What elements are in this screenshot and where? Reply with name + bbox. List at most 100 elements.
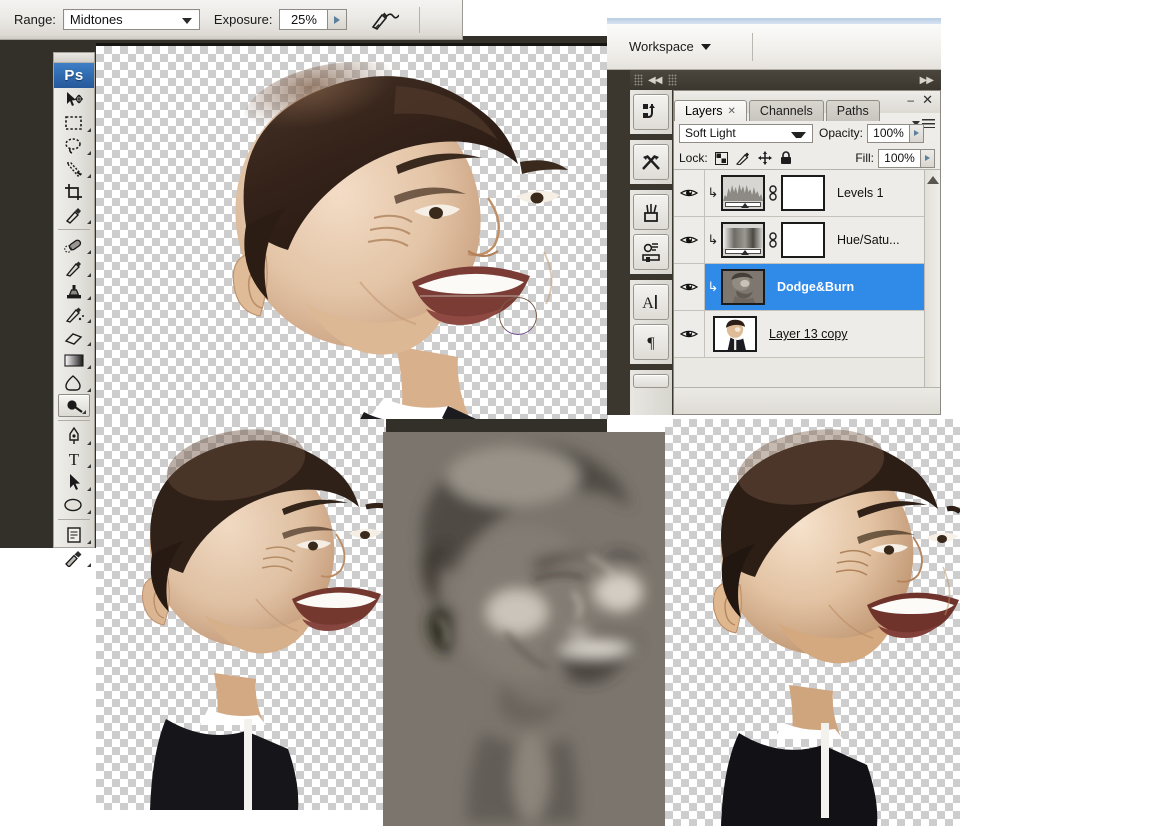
adjustments-panel-icon-button[interactable] [633, 234, 669, 270]
dock-grip-dots[interactable] [634, 74, 643, 86]
layer-name[interactable]: Hue/Satu... [837, 233, 900, 247]
opacity-input[interactable]: 100% [867, 123, 910, 143]
layers-panel-scrollbar[interactable] [924, 170, 940, 388]
options-bar-separator [419, 6, 421, 33]
sidebar-item-eraser-tool[interactable] [54, 325, 94, 348]
sidebar-item-eyedropper-tool[interactable] [54, 203, 94, 226]
opacity-slider-button[interactable] [909, 123, 925, 143]
crop-icon [65, 183, 82, 200]
chevron-down-icon [700, 43, 711, 50]
minimize-icon[interactable]: – [907, 94, 914, 106]
layer-visibility-toggle[interactable] [674, 217, 705, 263]
marquee-icon [65, 115, 82, 130]
levels-histogram-thumbnail [723, 177, 763, 209]
lock-position-icon[interactable] [758, 151, 772, 165]
layer-thumbnail[interactable] [713, 316, 757, 352]
fill-label: Fill: [855, 151, 874, 165]
canvas-document-area[interactable] [96, 43, 615, 419]
table-row[interactable]: ↳ [674, 170, 940, 217]
layers-panel-tabs: Layers ✕ Channels Paths [674, 99, 882, 121]
sidebar-item-brush-tool[interactable] [54, 256, 94, 279]
dock-header-bar[interactable]: ◀◀ ▶▶ [630, 70, 941, 90]
tool-presets-panel-icon-button[interactable] [633, 144, 669, 180]
workspace-switcher-button[interactable]: Workspace [629, 39, 711, 54]
rail-group-gap [630, 184, 672, 190]
sidebar-item-crop-tool[interactable] [54, 180, 94, 203]
airbrush-toggle-button[interactable] [367, 7, 401, 33]
tool-flyout-triangle-icon [83, 342, 91, 346]
sidebar-item-move-tool[interactable] [54, 88, 94, 111]
double-left-chevron-icon[interactable]: ◀◀ [648, 75, 662, 86]
sidebar-item-blur-tool[interactable] [54, 371, 94, 394]
dodge-burn-layer-image [383, 432, 668, 826]
layer-thumbnail[interactable] [721, 175, 765, 211]
layer-visibility-toggle[interactable] [674, 264, 705, 310]
sidebar-item-lasso-tool[interactable] [54, 134, 94, 157]
paragraph-panel-icon-button[interactable]: ¶ [633, 324, 669, 360]
toolbox-drag-grip[interactable] [54, 53, 94, 63]
tab-paths-label: Paths [836, 104, 869, 118]
lock-row: Lock: Fill: 100% [674, 147, 940, 170]
tab-layers[interactable]: Layers ✕ [674, 100, 747, 121]
layer-name[interactable]: Dodge&Burn [777, 280, 854, 294]
fill-slider-button[interactable] [920, 148, 935, 168]
tool-flyout-triangle-icon [83, 128, 91, 132]
sidebar-item-magic-wand-tool[interactable] [54, 157, 94, 180]
sidebar-item-clone-stamp-tool[interactable] [54, 279, 94, 302]
dock-grip-dots-2[interactable] [668, 74, 678, 86]
tab-channels[interactable]: Channels [748, 100, 824, 121]
exposure-value: 25% [290, 12, 317, 27]
history-panel-icon-button[interactable] [633, 94, 669, 130]
tab-paths[interactable]: Paths [825, 100, 880, 121]
layer-name[interactable]: Levels 1 [837, 186, 884, 200]
close-icon[interactable]: ✕ [728, 106, 736, 117]
layer-list[interactable]: ↳ Levels 1 ↳ Hue/Satu... ↳ Dodge&Burn La… [674, 170, 940, 388]
fill-input[interactable]: 100% [878, 148, 920, 168]
scroll-up-arrow-icon[interactable] [926, 176, 939, 184]
lock-all-icon[interactable] [780, 151, 792, 165]
tool-flyout-triangle-icon [83, 273, 91, 277]
right-dock: Workspace ◀◀ ▶▶ A ¶ Layers ✕ Channels Pa… [607, 18, 941, 415]
history-icon [643, 104, 655, 118]
lock-transparent-pixels-icon[interactable] [714, 151, 728, 165]
exposure-input[interactable]: 25% [279, 9, 328, 30]
brushes-panel-icon-button[interactable] [633, 194, 669, 230]
rail-extra-button[interactable] [633, 374, 669, 388]
character-panel-icon-button[interactable]: A [633, 284, 669, 320]
rail-group-gap [630, 274, 672, 280]
rail-group-gap [630, 134, 672, 140]
sidebar-item-marquee-tool[interactable] [54, 111, 94, 134]
sidebar-item-healing-brush-tool[interactable] [54, 233, 94, 256]
table-row[interactable]: Layer 13 copy [674, 311, 940, 358]
layer-visibility-toggle[interactable] [674, 170, 705, 216]
layer-mask-link-icon[interactable] [765, 232, 781, 248]
blend-mode-value: Soft Light [685, 126, 736, 140]
layer-mask-thumbnail[interactable] [781, 222, 825, 258]
hue-midtone-knob-icon [741, 250, 750, 255]
layers-panel: Layers ✕ Channels Paths – ✕ Soft Light O… [673, 90, 941, 415]
lock-image-pixels-icon[interactable] [735, 152, 750, 165]
history-brush-icon [65, 307, 84, 323]
brush-icon [65, 261, 81, 277]
layer-mask-link-icon[interactable] [765, 185, 781, 201]
paragraph-pilcrow-icon: ¶ [647, 335, 655, 352]
blend-mode-dropdown[interactable]: Soft Light [679, 123, 813, 143]
exposure-slider-button[interactable] [327, 9, 348, 30]
photoshop-screenshot: Range: Midtones Exposure: 25% Ps T Works… [0, 0, 1152, 826]
sidebar-item-history-brush-tool[interactable] [54, 302, 94, 325]
double-right-chevron-icon[interactable]: ▶▶ [920, 75, 934, 86]
eye-icon [680, 330, 698, 338]
adjustments-icon [642, 243, 660, 262]
sidebar-item-gradient-tool[interactable] [54, 348, 94, 371]
table-row[interactable]: ↳ [674, 217, 940, 264]
layer-thumbnail[interactable] [721, 269, 765, 305]
layer-thumbnail[interactable] [721, 222, 765, 258]
clipping-mask-arrow-icon: ↳ [707, 232, 719, 247]
layer-mask-thumbnail[interactable] [781, 175, 825, 211]
close-panel-icon[interactable]: ✕ [922, 92, 933, 108]
table-row[interactable]: ↳ Dodge&Burn [674, 264, 940, 311]
range-dropdown[interactable]: Midtones [62, 9, 200, 30]
layer-name[interactable]: Layer 13 copy [769, 327, 848, 341]
sidebar-item-dodge-tool[interactable] [58, 394, 90, 417]
layer-visibility-toggle[interactable] [674, 311, 705, 357]
